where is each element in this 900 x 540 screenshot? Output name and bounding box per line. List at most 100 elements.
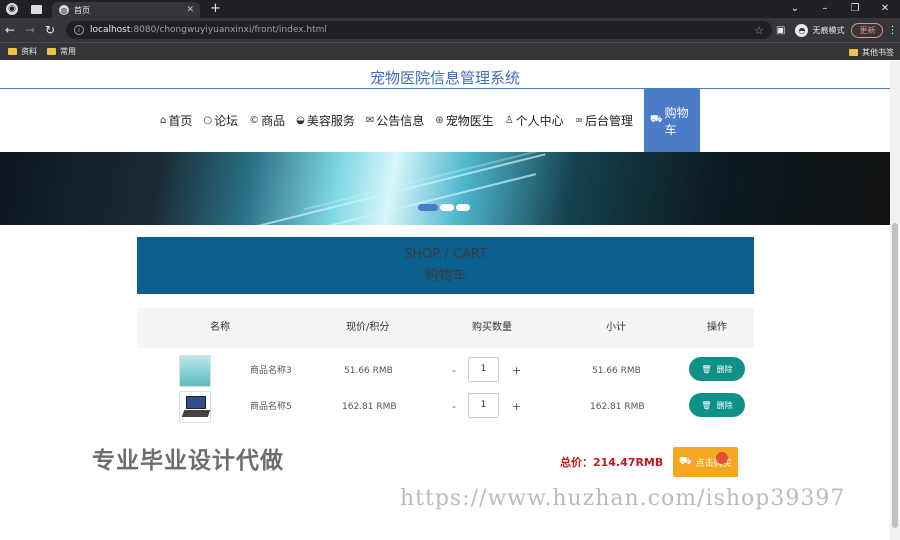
cart-total: 总价：214.47RMB: [560, 456, 664, 469]
delete-button[interactable]: 🗑 删除: [689, 357, 745, 381]
back-icon[interactable]: ←: [0, 23, 20, 37]
new-tab-icon[interactable]: +: [210, 0, 221, 18]
qty-input[interactable]: 1: [468, 393, 499, 418]
bookmark-folder[interactable]: 资料: [8, 46, 47, 57]
nav-label: 美容服务: [306, 114, 355, 128]
url-text[interactable]: localhost:8080/chongwuyiyuanxinxi/front/…: [90, 25, 327, 35]
column-header-subtotal: 小计: [606, 322, 626, 333]
product-name: 商品名称3: [250, 366, 292, 376]
window-close-icon[interactable]: ✕: [870, 0, 900, 18]
page-scrollbar[interactable]: [890, 61, 900, 540]
info-icon[interactable]: i: [74, 25, 84, 35]
bookmark-star-icon[interactable]: ☆: [754, 24, 764, 37]
restore-icon[interactable]: ❐: [840, 0, 870, 18]
close-icon[interactable]: ✕: [186, 5, 194, 15]
banner-light-streak: [234, 153, 546, 225]
other-bookmarks[interactable]: 其他书签: [849, 47, 896, 58]
nav-item-cart[interactable]: ⛟ 购物车: [644, 89, 701, 152]
nav-item-admin[interactable]: ∞ 后台管理: [575, 89, 633, 152]
checkout-button[interactable]: ⛟ 点击购买: [673, 447, 738, 477]
nav-label: 商品: [261, 114, 286, 128]
folder-icon: [8, 48, 17, 55]
tab-search-icon[interactable]: [31, 4, 42, 14]
nav-item-notice[interactable]: ✉ 公告信息: [366, 89, 424, 152]
table-row: 商品名称3 51.66 RMB - 1 + 51.66 RMB 🗑 删除: [137, 353, 754, 389]
nav-item-profile[interactable]: ♙ 个人中心: [505, 89, 564, 152]
carousel-dot[interactable]: [418, 204, 438, 211]
forum-icon: ○: [203, 115, 213, 126]
link-icon: ∞: [574, 115, 584, 126]
product-price: 51.66 RMB: [344, 366, 393, 376]
page-content: 宠物医院信息管理系统 ⌂ 首页 ○ 论坛 © 商品 ◒ 美容服务 ✉ 公告信息 ⊛ 宠物医生…: [0, 61, 890, 540]
carousel-dot[interactable]: [456, 204, 470, 211]
cart-table-header: 名称 现价/积分 购买数量 小计 操作: [137, 308, 754, 348]
product-thumbnail[interactable]: [179, 355, 211, 387]
delete-label: 删除: [716, 364, 733, 374]
window-controls: ⌄ – ❐ ✕: [780, 0, 900, 18]
nav-item-beauty[interactable]: ◒ 美容服务: [296, 89, 355, 152]
nav-label: 首页: [168, 114, 193, 128]
qty-input[interactable]: 1: [468, 357, 499, 382]
qty-decrease-button[interactable]: -: [452, 353, 456, 389]
incognito-icon: ◓: [795, 23, 809, 37]
update-button[interactable]: 更新: [851, 22, 884, 38]
browser-profile-icon[interactable]: ◉: [6, 3, 18, 15]
qty-increase-button[interactable]: +: [512, 353, 521, 389]
qty-decrease-button[interactable]: -: [452, 389, 456, 425]
user-icon: ♙: [504, 115, 514, 126]
carousel-dots: [418, 204, 472, 211]
minimize-icon[interactable]: –: [810, 0, 840, 18]
nav-item-home[interactable]: ⌂ 首页: [160, 89, 192, 152]
goods-icon: ©: [249, 115, 260, 126]
reload-icon[interactable]: ↻: [40, 23, 60, 37]
nav-label: 宠物医生: [445, 114, 494, 128]
cart-icon: ⛟: [650, 114, 663, 125]
cart-section-header: SHOP / CART 购物车: [137, 237, 754, 294]
url-host: localhost: [90, 25, 131, 35]
product-thumbnail[interactable]: [179, 391, 211, 423]
notice-icon: ✉: [365, 115, 375, 126]
folder-icon: [849, 48, 858, 56]
watermark-url: https://www.huzhan.com/ishop39397: [400, 486, 846, 511]
column-header-name: 名称: [210, 322, 230, 333]
more-menu-icon[interactable]: ⋮: [887, 25, 897, 36]
watermark-left: 专业毕业设计代做: [92, 448, 284, 474]
nav-label: 个人中心: [515, 114, 564, 128]
nav-label: 论坛: [214, 114, 239, 128]
address-bar[interactable]: i localhost:8080/chongwuyiyuanxinxi/fron…: [66, 21, 772, 39]
delete-label: 删除: [716, 400, 733, 410]
cart-icon: ⛟: [679, 455, 692, 467]
nav-label: 后台管理: [585, 114, 634, 128]
bookmark-folder[interactable]: 常用: [47, 46, 86, 57]
column-header-action: 操作: [707, 322, 727, 333]
bookmark-label: 资料: [21, 47, 37, 56]
side-panel-icon[interactable]: ▣: [776, 25, 785, 36]
nav-item-doctor[interactable]: ⊛ 宠物医生: [435, 89, 493, 152]
trash-icon: 🗑: [701, 364, 712, 374]
browser-tab-active[interactable]: ◍ 首页 ✕: [52, 2, 200, 18]
qty-increase-button[interactable]: +: [512, 389, 521, 425]
incognito-label: 无痕模式: [812, 25, 845, 35]
trash-icon: 🗑: [701, 400, 712, 410]
chevron-down-icon[interactable]: ⌄: [780, 0, 810, 18]
main-nav: ⌂ 首页 ○ 论坛 © 商品 ◒ 美容服务 ✉ 公告信息 ⊛ 宠物医生 ♙ 个人中心 ∞ 后台管…: [160, 89, 701, 152]
delete-button[interactable]: 🗑 删除: [689, 393, 745, 417]
laptop-screen: [186, 396, 206, 409]
cart-heading-cn: 购物车: [424, 268, 467, 284]
click-indicator: [716, 452, 728, 464]
carousel-dot[interactable]: [440, 204, 454, 211]
nav-label: 公告信息: [376, 114, 425, 128]
column-header-price: 现价/积分: [346, 322, 390, 333]
doctor-icon: ⊛: [435, 115, 444, 126]
browser-tabstrip: ◉ ◍ 首页 ✕ + ⌄ – ❐ ✕: [0, 0, 900, 18]
column-header-qty: 购买数量: [472, 322, 512, 333]
bookmark-label: 常用: [60, 47, 76, 56]
browser-toolbar: ← → ↻ i localhost:8080/chongwuyiyuanxinx…: [0, 18, 900, 42]
nav-item-forum[interactable]: ○ 论坛: [203, 89, 238, 152]
product-subtotal: 51.66 RMB: [592, 366, 641, 376]
nav-item-goods[interactable]: © 商品: [249, 89, 285, 152]
bookmark-label: 其他书签: [862, 47, 894, 57]
scrollbar-thumb[interactable]: [892, 223, 898, 528]
forward-icon[interactable]: →: [20, 23, 40, 37]
site-title: 宠物医院信息管理系统: [369, 69, 520, 87]
